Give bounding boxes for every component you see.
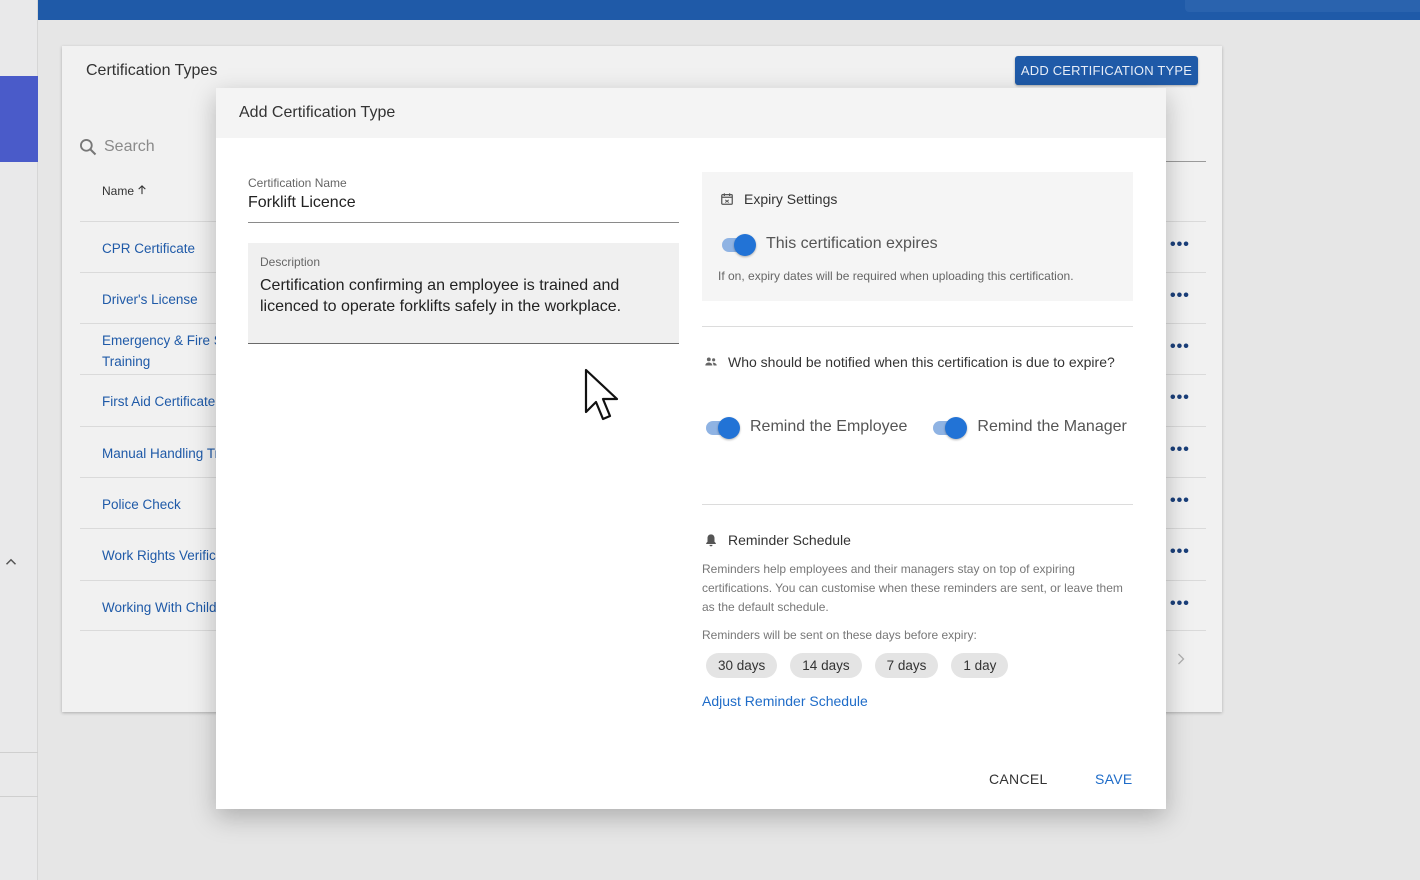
row-certification-name[interactable]: Police Check <box>102 494 181 515</box>
notify-question-text: Who should be notified when this certifi… <box>728 354 1115 370</box>
chevron-right-icon[interactable] <box>1176 652 1186 671</box>
cancel-button[interactable]: CANCEL <box>989 771 1048 787</box>
arrow-up-icon <box>138 185 147 195</box>
more-options-icon[interactable]: ••• <box>1170 543 1190 561</box>
row-certification-name[interactable]: CPR Certificate <box>102 238 195 259</box>
more-options-icon[interactable]: ••• <box>1170 595 1190 613</box>
reminder-chip: 1 day <box>951 653 1009 678</box>
search-icon <box>80 139 97 156</box>
certification-name-field[interactable]: Certification Name Forklift Licence <box>248 176 679 223</box>
row-certification-name[interactable]: Emergency & Fire S Training <box>102 330 223 372</box>
description-textarea[interactable]: Certification confirming an employee is … <box>260 275 667 317</box>
more-options-icon[interactable]: ••• <box>1170 389 1190 407</box>
nav-rail-divider <box>0 796 38 797</box>
add-certification-type-button[interactable]: ADD CERTIFICATION TYPE <box>1015 56 1198 85</box>
certification-name-label: Certification Name <box>248 176 347 190</box>
expiry-toggle[interactable] <box>720 233 756 256</box>
chevron-up-icon[interactable] <box>2 553 20 571</box>
certification-name-input[interactable]: Forklift Licence <box>248 194 679 212</box>
more-options-icon[interactable]: ••• <box>1170 492 1190 510</box>
remind-employee-label: Remind the Employee <box>750 418 908 435</box>
reminder-description: Reminders help employees and their manag… <box>702 562 1123 614</box>
more-options-icon[interactable]: ••• <box>1170 338 1190 356</box>
add-certification-type-dialog: Add Certification Type Certification Nam… <box>216 88 1166 809</box>
top-app-bar <box>38 0 1420 20</box>
section-divider <box>702 504 1133 505</box>
expiry-toggle-row: This certification expires <box>720 233 938 256</box>
reminder-days-label: Reminders will be sent on these days bef… <box>702 628 977 642</box>
more-options-icon[interactable]: ••• <box>1170 236 1190 254</box>
bell-icon <box>706 534 716 547</box>
expiry-hint: If on, expiry dates will be required whe… <box>718 269 1074 283</box>
remind-manager-option[interactable]: Remind the Manager <box>931 416 1127 439</box>
people-icon <box>705 357 717 366</box>
more-options-icon[interactable]: ••• <box>1170 287 1190 305</box>
row-certification-name[interactable]: Work Rights Verifica <box>102 545 223 566</box>
card-title: Certification Types <box>86 62 218 79</box>
dialog-title: Add Certification Type <box>216 88 1166 138</box>
search-placeholder: Search <box>104 138 155 155</box>
reminder-chip: 7 days <box>874 653 939 678</box>
remind-employee-option[interactable]: Remind the Employee <box>704 416 908 439</box>
expiry-settings-heading: Expiry Settings <box>720 191 837 207</box>
row-certification-name[interactable]: Working With Childr <box>102 597 221 618</box>
notify-question: Who should be notified when this certifi… <box>704 354 1115 370</box>
mouse-cursor-icon <box>584 368 619 421</box>
column-header-label: Name <box>102 184 135 198</box>
description-field[interactable]: Description Certification confirming an … <box>248 243 679 344</box>
expiry-settings-title: Expiry Settings <box>744 191 838 207</box>
nav-rail-divider <box>0 752 38 753</box>
row-certification-name[interactable]: Manual Handling Tr <box>102 443 219 464</box>
reminder-schedule-title: Reminder Schedule <box>728 532 851 548</box>
search-underline <box>1162 161 1206 162</box>
remind-employee-toggle[interactable] <box>704 416 740 439</box>
row-certification-name[interactable]: Driver's License <box>102 289 198 310</box>
more-options-icon[interactable]: ••• <box>1170 441 1190 459</box>
remind-manager-toggle[interactable] <box>931 416 968 439</box>
description-label: Description <box>260 255 321 269</box>
nav-rail-active-item[interactable] <box>0 76 38 162</box>
search-field[interactable]: Search <box>78 132 155 162</box>
save-button[interactable]: SAVE <box>1095 771 1133 787</box>
remind-manager-label: Remind the Manager <box>977 418 1127 435</box>
reminder-chip: 14 days <box>790 653 862 678</box>
expiry-toggle-label: This certification expires <box>766 235 938 252</box>
calendar-icon <box>721 193 733 205</box>
adjust-reminder-schedule-link[interactable]: Adjust Reminder Schedule <box>702 693 868 709</box>
reminder-chip: 30 days <box>706 653 778 678</box>
top-bar-search[interactable] <box>1185 0 1420 12</box>
notify-toggles: Remind the Employee Remind the Manager <box>704 416 1151 439</box>
reminder-schedule-heading: Reminder Schedule <box>704 532 851 548</box>
reminder-chips: 30 days 14 days 7 days 1 day <box>706 653 1021 678</box>
left-nav-rail <box>0 0 38 880</box>
row-certification-name[interactable]: First Aid Certificate <box>102 391 215 412</box>
expiry-settings-panel: Expiry Settings This certification expir… <box>702 172 1133 301</box>
column-header-name[interactable]: Name <box>102 184 147 198</box>
section-divider <box>702 326 1133 327</box>
